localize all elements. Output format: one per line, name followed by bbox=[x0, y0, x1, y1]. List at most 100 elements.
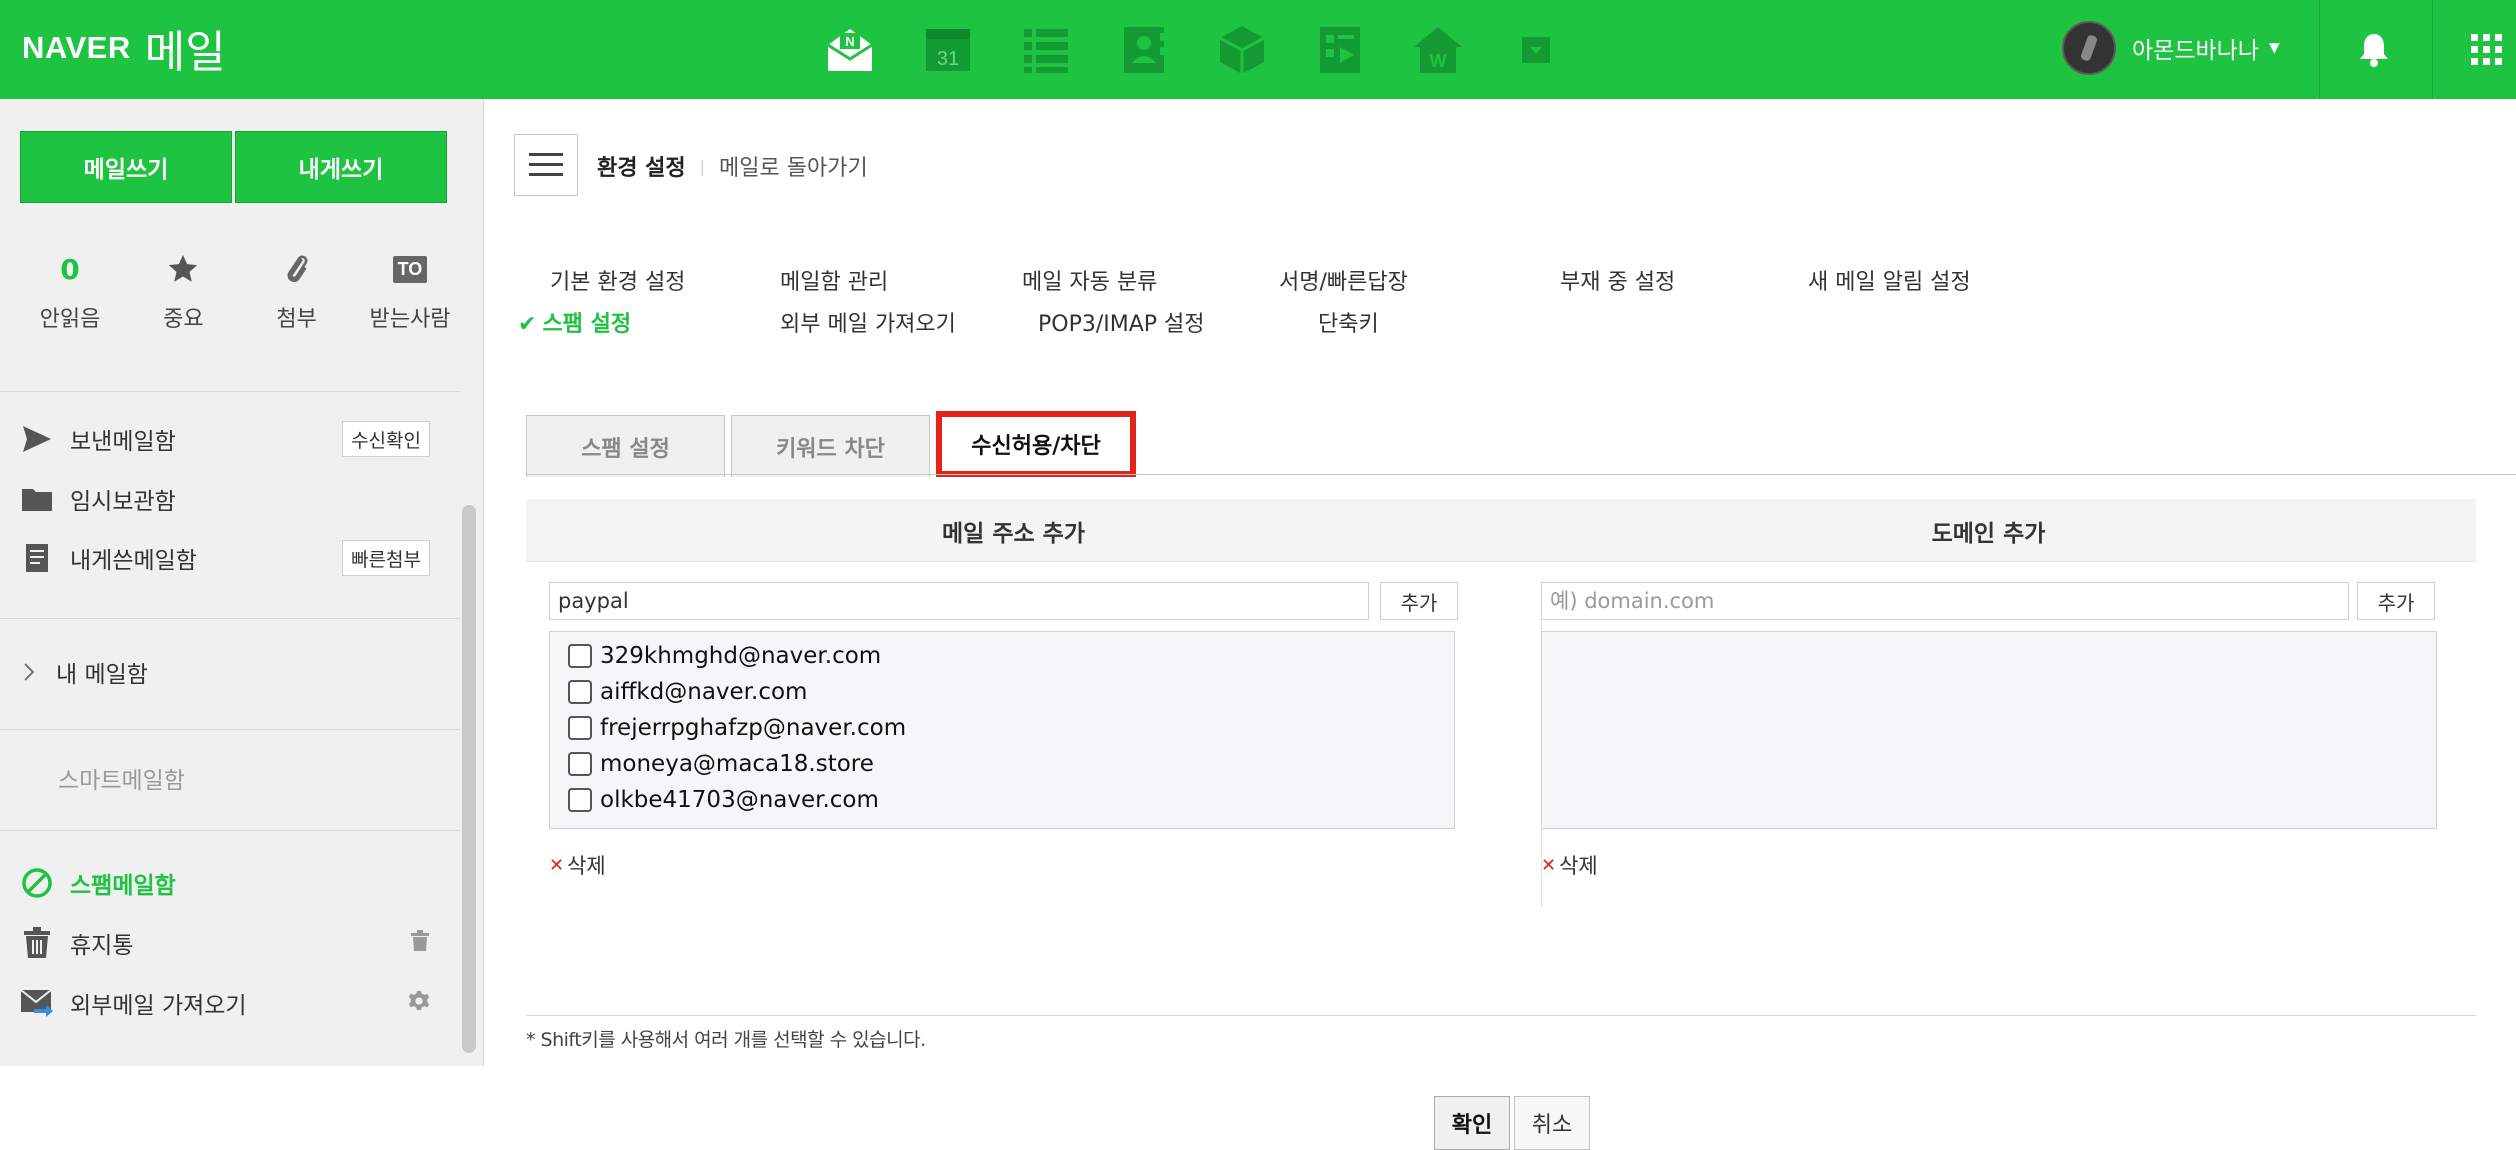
divider bbox=[0, 830, 460, 831]
list-app-icon[interactable] bbox=[1018, 21, 1074, 77]
domain-list[interactable] bbox=[1541, 631, 2437, 829]
email-list-item[interactable]: frejerrpghafzp@naver.com bbox=[550, 710, 1454, 746]
mail-app-icon[interactable]: N bbox=[822, 21, 878, 77]
svg-text:N: N bbox=[845, 34, 854, 49]
important-label: 중요 bbox=[163, 307, 204, 332]
quick-attach-button[interactable]: 빠른첨부 bbox=[342, 540, 430, 576]
email-list[interactable]: 329khmghd@naver.com aiffkd@naver.com fre… bbox=[549, 631, 1455, 829]
folder-label: 내게쓴메일함 bbox=[70, 548, 197, 574]
to-badge-icon: TO bbox=[392, 255, 428, 283]
checkbox[interactable] bbox=[568, 680, 592, 704]
tab-keyword-block[interactable]: 키워드 차단 bbox=[731, 415, 930, 477]
trash-icon bbox=[20, 926, 54, 960]
folder-sent[interactable]: 보낸메일함 수신확인 bbox=[20, 414, 430, 464]
email-input[interactable] bbox=[549, 582, 1369, 620]
folder-external[interactable]: 외부메일 가져오기 bbox=[20, 978, 430, 1028]
add-domain-button[interactable]: 추가 bbox=[2357, 582, 2435, 620]
menu-new-mail-alert[interactable]: 새 메일 알림 설정 bbox=[1808, 264, 1971, 296]
calendar-day-text: 31 bbox=[937, 48, 959, 70]
menu-auto-sort[interactable]: 메일 자동 분류 bbox=[1022, 264, 1157, 296]
email-address: aiffkd@naver.com bbox=[600, 679, 808, 705]
caret-down-icon: ▼ bbox=[2268, 40, 2280, 56]
folder-label: 스마트메일함 bbox=[58, 768, 185, 794]
email-address: olkbe41703@naver.com bbox=[600, 787, 879, 813]
checkbox[interactable] bbox=[568, 716, 592, 740]
checkbox[interactable] bbox=[568, 788, 592, 812]
email-list-item[interactable]: 329khmghd@naver.com bbox=[550, 638, 1454, 674]
office-app-icon[interactable]: W bbox=[1410, 21, 1466, 77]
read-receipt-button[interactable]: 수신확인 bbox=[342, 421, 430, 457]
naver-mail-logo[interactable]: NAVER 메일 bbox=[22, 16, 226, 80]
checkbox[interactable] bbox=[568, 644, 592, 668]
delete-x-icon: ✕ bbox=[1541, 854, 1557, 876]
divider bbox=[0, 729, 460, 730]
menu-pop3-imap[interactable]: POP3/IMAP 설정 bbox=[1038, 306, 1205, 338]
attachment-label: 첨부 bbox=[276, 307, 317, 332]
email-list-item[interactable]: olkbe41703@naver.com bbox=[550, 782, 1454, 818]
delete-domain-button[interactable]: ✕ 삭제 bbox=[1541, 850, 1598, 880]
document-icon bbox=[20, 541, 54, 575]
contacts-app-icon[interactable] bbox=[1116, 21, 1172, 77]
folder-icon bbox=[20, 482, 54, 516]
hamburger-menu-icon[interactable] bbox=[514, 134, 578, 196]
important-filter[interactable]: 중요 bbox=[133, 249, 233, 333]
delete-email-button[interactable]: ✕ 삭제 bbox=[549, 850, 606, 880]
menu-spam-label: 스팸 설정 bbox=[542, 312, 632, 337]
tab-spam-settings[interactable]: 스팸 설정 bbox=[526, 415, 725, 477]
service-text: 메일 bbox=[144, 27, 226, 78]
memo-app-icon[interactable] bbox=[1312, 21, 1368, 77]
menu-basic-settings[interactable]: 기본 환경 설정 bbox=[550, 264, 685, 296]
compose-button[interactable]: 메일쓰기 bbox=[20, 131, 232, 203]
domain-section-title: 도메인 추가 bbox=[1931, 520, 2046, 547]
folder-smart[interactable]: 스마트메일함 bbox=[58, 753, 468, 803]
shift-select-note: * Shift키를 사용해서 여러 개를 선택할 수 있습니다. bbox=[526, 1029, 926, 1051]
block-icon bbox=[20, 866, 54, 900]
cancel-button[interactable]: 취소 bbox=[1514, 1096, 1590, 1150]
menu-mailbox-management[interactable]: 메일함 관리 bbox=[780, 264, 888, 296]
email-list-item[interactable]: aiffkd@naver.com bbox=[550, 674, 1454, 710]
folder-label: 임시보관함 bbox=[70, 489, 176, 515]
menu-spam-settings[interactable]: ✔ 스팸 설정 bbox=[518, 306, 631, 338]
folder-trash[interactable]: 휴지통 bbox=[20, 918, 430, 968]
more-app-icon[interactable] bbox=[1508, 21, 1564, 77]
empty-trash-icon[interactable] bbox=[410, 930, 430, 956]
delete-x-icon: ✕ bbox=[549, 854, 565, 876]
breadcrumb: 환경 설정 | 메일로 돌아가기 bbox=[597, 150, 868, 182]
paperclip-icon bbox=[282, 249, 312, 289]
folder-my-mailboxes[interactable]: 내 메일함 bbox=[20, 647, 430, 697]
back-to-mail-link[interactable]: 메일로 돌아가기 bbox=[719, 150, 868, 182]
tab-allow-block[interactable]: 수신허용/차단 bbox=[936, 411, 1136, 477]
domain-input[interactable] bbox=[1541, 582, 2349, 620]
unread-filter[interactable]: 0 안읽음 bbox=[20, 249, 120, 333]
sidebar: 메일쓰기 내게쓰기 0 안읽음 중요 첨부 TO 받는사람 보낸메일함 수신확인… bbox=[0, 99, 484, 1066]
folder-spam[interactable]: 스팸메일함 bbox=[20, 858, 430, 908]
to-me-filter[interactable]: TO 받는사람 bbox=[360, 249, 460, 333]
sidebar-scrollbar[interactable] bbox=[462, 505, 476, 1053]
self-compose-button[interactable]: 내게쓰기 bbox=[235, 131, 447, 203]
user-menu[interactable]: 아몬드바나나 ▼ bbox=[2062, 18, 2280, 78]
grid-menu-icon[interactable] bbox=[2459, 22, 2515, 78]
menu-absence[interactable]: 부재 중 설정 bbox=[1560, 264, 1675, 296]
email-section-title: 메일 주소 추가 bbox=[942, 520, 1085, 547]
folder-self[interactable]: 내게쓴메일함 빠른첨부 bbox=[20, 533, 430, 583]
settings-main: 환경 설정 | 메일로 돌아가기 기본 환경 설정 메일함 관리 메일 자동 분… bbox=[485, 99, 2516, 1150]
folder-drafts[interactable]: 임시보관함 bbox=[20, 474, 430, 524]
folder-label: 내 메일함 bbox=[56, 662, 148, 688]
bell-icon[interactable] bbox=[2346, 22, 2402, 78]
email-list-item[interactable]: moneya@maca18.store bbox=[550, 746, 1454, 782]
calendar-app-icon[interactable]: 31 bbox=[920, 21, 976, 77]
menu-signature[interactable]: 서명/빠른답장 bbox=[1279, 264, 1408, 296]
confirm-button[interactable]: 확인 bbox=[1434, 1096, 1510, 1150]
gear-icon[interactable] bbox=[408, 990, 430, 1016]
add-email-button[interactable]: 추가 bbox=[1380, 582, 1458, 620]
attachment-filter[interactable]: 첨부 bbox=[247, 249, 347, 333]
unread-count: 0 bbox=[60, 252, 80, 286]
delete-label: 삭제 bbox=[567, 854, 606, 878]
menu-shortcuts[interactable]: 단축키 bbox=[1318, 306, 1379, 338]
folder-label: 외부메일 가져오기 bbox=[70, 993, 247, 1019]
app-switcher: N 31 W bbox=[822, 14, 1606, 84]
box-app-icon[interactable] bbox=[1214, 21, 1270, 77]
checkbox[interactable] bbox=[568, 752, 592, 776]
menu-external-mail[interactable]: 외부 메일 가져오기 bbox=[780, 306, 956, 338]
avatar bbox=[2062, 21, 2116, 75]
